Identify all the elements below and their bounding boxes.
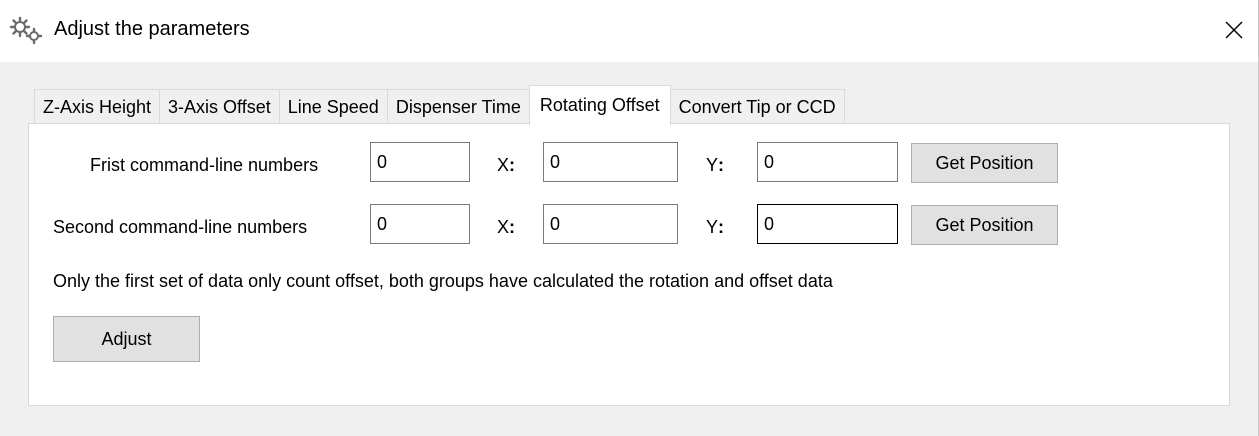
second-get-position-button[interactable]: Get Position <box>911 205 1058 245</box>
info-note: Only the first set of data only count of… <box>53 271 833 291</box>
tab-convert-tip-or-ccd[interactable]: Convert Tip or CCD <box>669 89 845 124</box>
tab-strip: Z-Axis Height 3-Axis Offset Line Speed D… <box>34 85 845 125</box>
tab-z-axis-height[interactable]: Z-Axis Height <box>34 89 161 124</box>
first-get-position-button[interactable]: Get Position <box>911 143 1058 183</box>
tab-line-speed[interactable]: Line Speed <box>278 89 388 124</box>
tab-dispenser-time[interactable]: Dispenser Time <box>386 89 530 124</box>
first-x-label: X: <box>497 155 516 175</box>
first-x-field[interactable] <box>543 142 678 182</box>
close-button[interactable] <box>1209 8 1259 52</box>
window-title: Adjust the parameters <box>54 18 250 40</box>
second-number-field[interactable] <box>370 204 470 244</box>
second-row-label: Second command-line numbers <box>53 217 308 237</box>
adjust-button[interactable]: Adjust <box>53 316 200 362</box>
first-number-field[interactable] <box>370 142 470 182</box>
gears-icon <box>9 16 43 45</box>
second-y-field[interactable] <box>757 204 898 244</box>
first-y-label: Y: <box>706 155 725 175</box>
rotating-offset-panel: Frist command-line numbers X: Y: Get Pos… <box>28 123 1230 406</box>
close-icon <box>1225 21 1243 39</box>
second-y-label: Y: <box>706 217 725 237</box>
second-x-label: X: <box>497 217 516 237</box>
tab-rotating-offset[interactable]: Rotating Offset <box>528 85 671 125</box>
first-y-field[interactable] <box>757 142 898 182</box>
first-row-label: Frist command-line numbers <box>90 155 319 175</box>
title-bar: Adjust the parameters <box>0 0 1259 62</box>
tab-3-axis-offset[interactable]: 3-Axis Offset <box>159 89 280 124</box>
second-x-field[interactable] <box>543 204 678 244</box>
